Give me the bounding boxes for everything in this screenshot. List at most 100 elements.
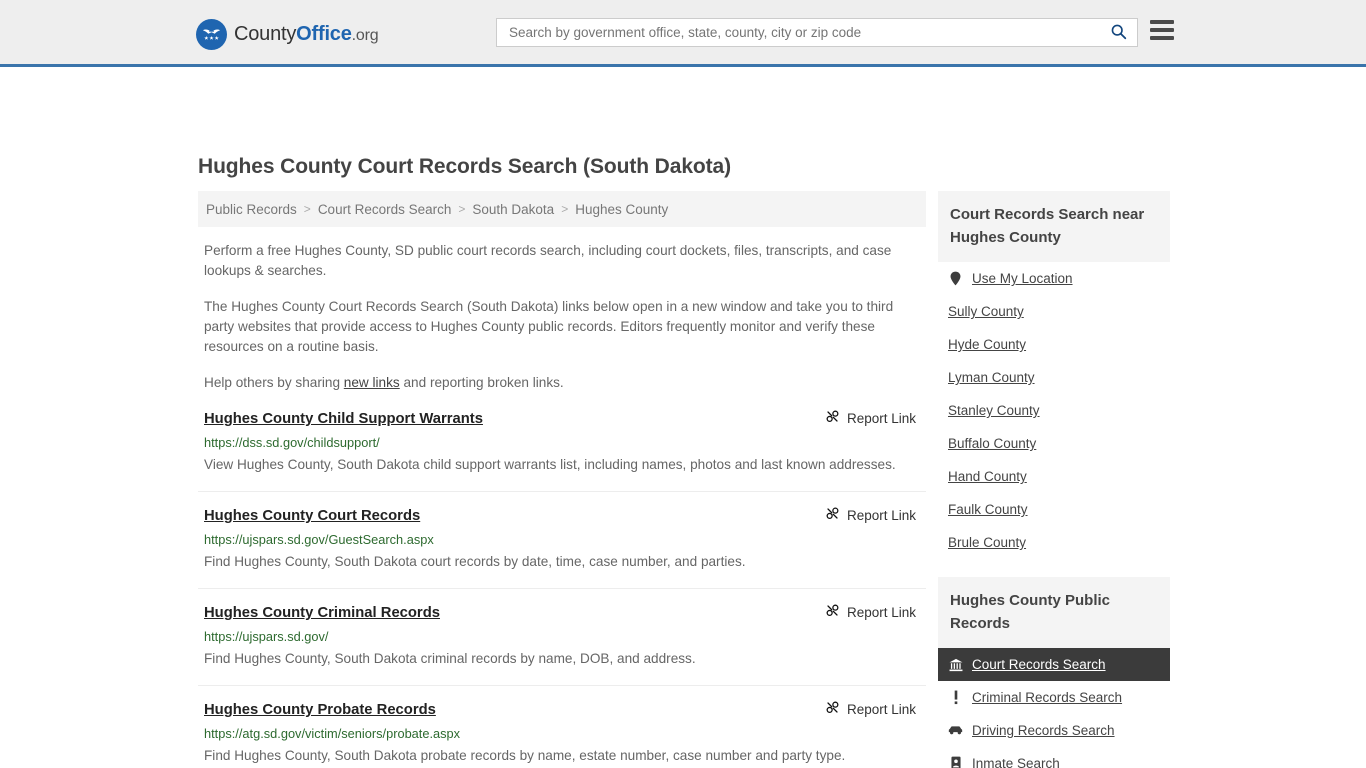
report-link-button[interactable]: Report Link — [825, 700, 920, 718]
logo-wordmark: CountyOffice.org — [234, 23, 379, 46]
sidebar-item-criminal-records-search[interactable]: Criminal Records Search — [938, 681, 1170, 714]
result-title-link[interactable]: Hughes County Criminal Records — [204, 603, 440, 623]
site-header: CountyOffice.org — [0, 0, 1366, 67]
result-url[interactable]: https://atg.sd.gov/victim/seniors/probat… — [204, 725, 920, 742]
breadcrumb: Public Records > Court Records Search > … — [198, 191, 926, 227]
car-icon — [948, 725, 963, 736]
site-logo[interactable]: CountyOffice.org — [196, 19, 379, 50]
result-url[interactable]: https://dss.sd.gov/childsupport/ — [204, 434, 920, 451]
sidebar-item-hyde-county[interactable]: Hyde County — [938, 328, 1170, 361]
sidebar-item-driving-records-search[interactable]: Driving Records Search — [938, 714, 1170, 747]
sidebar-item-lyman-county[interactable]: Lyman County — [938, 361, 1170, 394]
sidebar: Court Records Search near Hughes County … — [938, 191, 1170, 768]
logo-word-county: County — [234, 23, 297, 45]
result-description: Find Hughes County, South Dakota probate… — [204, 748, 846, 763]
map-pin-icon — [948, 271, 963, 286]
broken-link-icon — [825, 506, 840, 524]
sidebar-item-label: Stanley County — [948, 403, 1040, 418]
report-link-label: Report Link — [846, 507, 916, 523]
report-link-button[interactable]: Report Link — [825, 409, 920, 427]
logo-word-office: Office — [296, 23, 352, 45]
result-url[interactable]: https://ujspars.sd.gov/GuestSearch.aspx — [204, 531, 920, 548]
intro-p3-after: and reporting broken links. — [399, 375, 564, 390]
id-card-icon — [948, 756, 963, 768]
sidebar-item-label: Use My Location — [972, 271, 1073, 286]
intro-paragraph-3: Help others by sharing new links and rep… — [204, 373, 920, 393]
breadcrumb-item-public-records[interactable]: Public Records — [206, 202, 297, 217]
search-icon — [1110, 23, 1127, 43]
broken-link-icon — [825, 603, 840, 621]
public-records-heading: Hughes County Public Records — [938, 577, 1170, 648]
nearby-searches-heading: Court Records Search near Hughes County — [938, 191, 1170, 262]
breadcrumb-separator: > — [303, 202, 311, 216]
nearby-searches-list: Use My Location Sully County Hyde County… — [938, 262, 1170, 559]
courthouse-icon — [948, 658, 963, 672]
sidebar-item-label: Hand County — [948, 469, 1027, 484]
sidebar-item-label: Hyde County — [948, 337, 1027, 352]
new-links-link[interactable]: new links — [344, 375, 400, 390]
breadcrumb-separator: > — [561, 202, 569, 216]
report-link-label: Report Link — [846, 604, 916, 620]
breadcrumb-item-hughes-county[interactable]: Hughes County — [575, 202, 668, 217]
result-header: Hughes County Court Records Report Link — [204, 506, 920, 526]
sidebar-item-hand-county[interactable]: Hand County — [938, 460, 1170, 493]
hamburger-bar — [1150, 20, 1174, 24]
public-records-list: Court Records Search Criminal Records Se… — [938, 648, 1170, 768]
sidebar-item-faulk-county[interactable]: Faulk County — [938, 493, 1170, 526]
intro-p3-before: Help others by sharing — [204, 375, 344, 390]
sidebar-item-label: Driving Records Search — [972, 723, 1115, 738]
sidebar-item-court-records-search[interactable]: Court Records Search — [938, 648, 1170, 681]
result-header: Hughes County Probate Records Report Lin… — [204, 700, 920, 720]
result-description: Find Hughes County, South Dakota court r… — [204, 554, 746, 569]
result-url[interactable]: https://ujspars.sd.gov/ — [204, 628, 920, 645]
public-records-card: Hughes County Public Records Court Recor… — [938, 577, 1170, 768]
hamburger-bar — [1150, 28, 1174, 32]
sidebar-item-label: Inmate Search — [972, 756, 1060, 768]
intro-text: Perform a free Hughes County, SD public … — [204, 241, 920, 393]
report-link-label: Report Link — [846, 701, 916, 717]
report-link-button[interactable]: Report Link — [825, 603, 920, 621]
sidebar-item-label: Lyman County — [948, 370, 1035, 385]
sidebar-item-stanley-county[interactable]: Stanley County — [938, 394, 1170, 427]
broken-link-icon — [825, 409, 840, 427]
report-link-label: Report Link — [846, 410, 916, 426]
sidebar-item-label: Brule County — [948, 535, 1027, 550]
sidebar-item-label: Faulk County — [948, 502, 1028, 517]
result-description: View Hughes County, South Dakota child s… — [204, 457, 896, 472]
hamburger-bar — [1150, 36, 1174, 40]
result-title-link[interactable]: Hughes County Child Support Warrants — [204, 409, 483, 429]
exclamation-icon — [948, 690, 963, 705]
sidebar-item-label: Sully County — [948, 304, 1024, 319]
broken-link-icon — [825, 700, 840, 718]
result-item: Hughes County Criminal Records Report Li… — [198, 603, 926, 686]
result-item: Hughes County Probate Records Report Lin… — [198, 700, 926, 768]
result-item: Hughes County Child Support Warrants Rep… — [198, 409, 926, 492]
search-box[interactable] — [496, 18, 1138, 47]
main-content: Public Records > Court Records Search > … — [198, 191, 926, 768]
sidebar-item-inmate-search[interactable]: Inmate Search — [938, 747, 1170, 768]
results-list: Hughes County Child Support Warrants Rep… — [198, 409, 926, 768]
result-item: Hughes County Court Records Report Link … — [198, 506, 926, 589]
sidebar-item-brule-county[interactable]: Brule County — [938, 526, 1170, 559]
sidebar-item-use-my-location[interactable]: Use My Location — [938, 262, 1170, 295]
result-header: Hughes County Child Support Warrants Rep… — [204, 409, 920, 429]
sidebar-item-label: Court Records Search — [972, 657, 1106, 672]
sidebar-item-label: Buffalo County — [948, 436, 1037, 451]
eagle-shield-logo-icon — [196, 19, 227, 50]
breadcrumb-item-south-dakota[interactable]: South Dakota — [472, 202, 554, 217]
intro-paragraph-1: Perform a free Hughes County, SD public … — [204, 243, 892, 278]
sidebar-item-sully-county[interactable]: Sully County — [938, 295, 1170, 328]
report-link-button[interactable]: Report Link — [825, 506, 920, 524]
breadcrumb-item-court-records-search[interactable]: Court Records Search — [318, 202, 452, 217]
breadcrumb-separator: > — [458, 202, 466, 216]
page-title: Hughes County Court Records Search (Sout… — [198, 155, 731, 178]
hamburger-menu-icon[interactable] — [1150, 20, 1174, 40]
result-title-link[interactable]: Hughes County Court Records — [204, 506, 420, 526]
sidebar-item-buffalo-county[interactable]: Buffalo County — [938, 427, 1170, 460]
search-submit-button[interactable] — [1110, 23, 1127, 43]
result-title-link[interactable]: Hughes County Probate Records — [204, 700, 436, 720]
sidebar-item-label: Criminal Records Search — [972, 690, 1123, 705]
logo-word-org: .org — [351, 27, 379, 44]
nearby-searches-card: Court Records Search near Hughes County … — [938, 191, 1170, 559]
search-input[interactable] — [507, 24, 1106, 41]
